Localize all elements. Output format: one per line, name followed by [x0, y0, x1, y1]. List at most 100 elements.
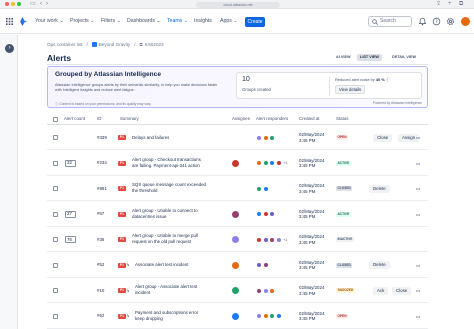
alert-id[interactable]: #10 [97, 288, 104, 294]
alert-summary[interactable]: Associate alert test incident [135, 262, 188, 268]
delete-button[interactable]: Delete [369, 261, 390, 269]
table-row[interactable]: #62 P1 ↳ Payment and subscriptions error kee… [47, 304, 428, 329]
assignee-avatar[interactable] [232, 236, 239, 243]
alert-id[interactable]: #991 [97, 186, 107, 192]
table-row[interactable]: #991 P1 SQS queue message count exceeded th… [47, 176, 428, 201]
nav-projects[interactable]: Projects ⌄ [70, 17, 95, 25]
assignee-avatar[interactable] [232, 159, 239, 167]
alert-id[interactable]: #52 [97, 262, 104, 268]
table-row[interactable]: 27 #57 P1 Alert group - Unable to connect t… [47, 202, 428, 227]
alert-summary[interactable]: Alert group - Checkout transactions are f… [132, 157, 201, 170]
row-checkbox[interactable] [53, 211, 58, 217]
more-icon[interactable]: ••• [416, 288, 420, 294]
row-checkbox[interactable] [53, 262, 58, 268]
alert-id[interactable]: #57 [97, 211, 104, 217]
list-view-toggle[interactable]: LIST VIEW [357, 54, 382, 61]
row-checkbox[interactable] [53, 237, 58, 242]
assignee-avatar[interactable] [232, 261, 239, 269]
share-icon[interactable]: ⇪ [436, 0, 441, 9]
header-summary[interactable]: Summary [120, 116, 139, 121]
alert-responders[interactable] [256, 262, 269, 269]
header-alert-responders[interactable]: Alert responders [256, 116, 288, 121]
delete-button[interactable]: Delete [369, 184, 390, 193]
settings-icon[interactable] [446, 17, 455, 26]
assignee-avatar[interactable] [232, 287, 239, 294]
alert-id[interactable]: #62 [97, 313, 104, 319]
alert-responders[interactable] [256, 211, 276, 218]
summary-line: Alert group - Checkout transactions [132, 156, 201, 162]
table-row[interactable]: #52 P1 ↳ Associate alert test incident 02/Ma… [47, 253, 428, 278]
nav-insights[interactable]: Insights [194, 17, 212, 25]
header-alert-count[interactable]: Alert count [64, 116, 85, 121]
close-button[interactable]: Close [392, 286, 412, 295]
close-button[interactable]: Close [373, 133, 393, 142]
alert-summary[interactable]: Alert group - Unable to connect to datace… [132, 208, 198, 221]
alert-responders[interactable] [256, 313, 282, 320]
table-row[interactable]: 32 #234 P1 Alert group - Checkout transacti… [47, 151, 428, 176]
atlassian-logo-icon[interactable] [18, 17, 27, 26]
row-checkbox[interactable] [53, 160, 58, 166]
row-checkbox[interactable] [53, 135, 58, 140]
more-icon[interactable]: ••• [416, 135, 420, 141]
row-checkbox[interactable] [53, 186, 58, 191]
nav-dashboards[interactable]: Dashboards ⌄ [127, 17, 161, 25]
help-icon[interactable]: ? [432, 17, 441, 26]
table-row[interactable]: #339 P1 Delays and failures 02/May/2024 3:45… [47, 125, 428, 150]
alert-responders[interactable]: +1 [256, 160, 287, 167]
row-checkbox[interactable] [53, 313, 58, 319]
grid-icon[interactable] [6, 18, 13, 25]
nav-teams[interactable]: Teams ⌄ [167, 17, 188, 25]
alert-id[interactable]: #36 [97, 237, 104, 243]
assignee-avatar[interactable] [232, 312, 239, 320]
select-all-checkbox[interactable] [53, 117, 58, 122]
alert-summary[interactable]: SQS queue message count exceeded the thre… [132, 182, 206, 195]
more-icon[interactable]: ••• [416, 212, 420, 218]
breadcrumb-item-key[interactable]: KS62022 [145, 42, 164, 47]
assignee-avatar[interactable] [232, 210, 239, 218]
table-row[interactable]: 76 #36 P1 Alert group - Unable to merge pul… [47, 227, 428, 252]
detail-view-toggle[interactable]: DETAIL VIEW [389, 54, 419, 61]
sidebar-toggle-icon[interactable]: ▭ [30, 0, 36, 9]
breadcrumb-item-team[interactable]: Beyond Gravity [99, 42, 130, 47]
alert-id[interactable]: #339 [97, 135, 107, 141]
tabs-icon[interactable]: ⧉ [459, 0, 463, 9]
back-icon[interactable]: ‹ [40, 0, 42, 9]
alert-summary[interactable]: Alert group - Associate alert test incide… [135, 284, 197, 297]
row-checkbox[interactable] [53, 288, 58, 293]
ai-view-toggle[interactable]: AI VIEW [333, 54, 354, 61]
forward-icon[interactable]: › [46, 0, 48, 9]
url-bar[interactable]: cloud.atlassian.net [196, 1, 280, 8]
window-maximize-icon[interactable] [17, 2, 21, 6]
alert-summary[interactable]: Delays and failures [132, 135, 169, 141]
window-close-icon[interactable] [5, 2, 9, 6]
user-avatar[interactable] [461, 17, 470, 26]
bell-icon[interactable] [418, 17, 427, 26]
nav-your-work[interactable]: Your work ⌄ [35, 17, 64, 25]
table-row[interactable]: #10 P1 ↳ Alert group - Associate alert test… [47, 278, 428, 303]
ack-button[interactable]: Ack [373, 286, 389, 295]
header-status[interactable]: Status [336, 116, 348, 121]
more-icon[interactable]: ••• [416, 161, 420, 167]
create-button[interactable]: Create [245, 17, 265, 27]
new-tab-icon[interactable]: + [448, 0, 452, 9]
expand-icon[interactable]: › [5, 44, 14, 53]
breadcrumb-item-ops-list[interactable]: Ops container list [47, 42, 83, 47]
more-icon[interactable]: ••• [416, 186, 420, 192]
search-input[interactable]: Search [368, 16, 412, 27]
window-minimize-icon[interactable] [11, 2, 15, 6]
alert-summary[interactable]: Payment and subscriptions error keep drop… [135, 310, 198, 323]
more-icon[interactable]: ••• [416, 314, 420, 320]
alert-responders[interactable] [256, 134, 276, 141]
header-id[interactable]: ID [97, 116, 101, 121]
alert-summary[interactable]: Alert group - Unable to merge pull reques… [132, 233, 198, 246]
header-created-at[interactable]: Created at [299, 116, 320, 121]
view-details-button[interactable]: View details [335, 85, 365, 94]
header-assignee[interactable]: Assignee [232, 116, 250, 121]
alert-responders[interactable] [256, 185, 269, 192]
alert-responders[interactable]: +1 [256, 236, 287, 243]
nav-apps[interactable]: Apps ⌄ [220, 17, 238, 25]
nav-filters[interactable]: Filters ⌄ [101, 17, 121, 25]
alert-responders[interactable] [256, 287, 276, 294]
more-icon[interactable]: ••• [416, 263, 420, 269]
alert-id[interactable]: #234 [97, 160, 107, 166]
